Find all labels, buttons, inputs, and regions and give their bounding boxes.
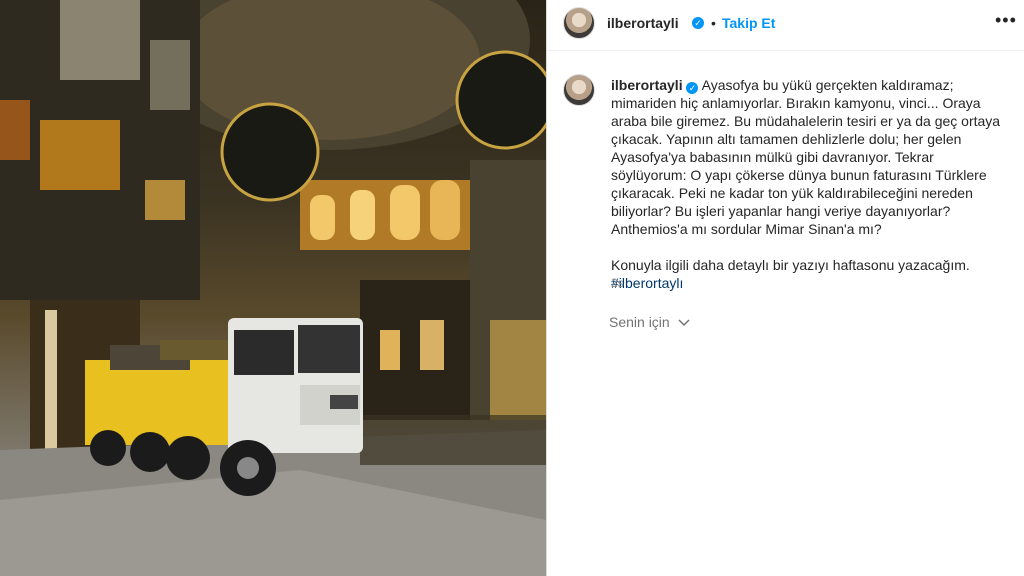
hagia-sophia-photo <box>0 0 546 576</box>
post-time: 2s <box>611 276 624 290</box>
follow-button[interactable]: Takip Et <box>722 15 775 31</box>
caption-username[interactable]: ilberortayli <box>611 77 683 93</box>
author-username[interactable]: ilberortayli <box>607 15 679 31</box>
chevron-down-icon <box>678 319 690 327</box>
caption-text: Ayasofya bu yükü gerçekten kaldıramaz; m… <box>611 77 1001 237</box>
post-image[interactable] <box>0 0 546 576</box>
post-header: ilberortayli ✓ • Takip Et ••• <box>547 0 1024 51</box>
caption-text-2: Konuyla ilgili daha detaylı bir yazıyı h… <box>611 257 970 273</box>
caption-avatar[interactable] <box>563 74 595 106</box>
post-panel: ilberortayli ✓ • Takip Et ••• ilberortay… <box>546 0 1024 576</box>
author-avatar[interactable] <box>563 7 595 39</box>
post-caption: ilberortayli ✓ Ayasofya bu yükü gerçekte… <box>611 76 1011 292</box>
for-you-label: Senin için <box>609 314 670 330</box>
more-options-icon[interactable]: ••• <box>995 10 1017 31</box>
caption-verified-badge-icon: ✓ <box>686 82 699 94</box>
separator-dot: • <box>711 15 716 31</box>
verified-badge-icon: ✓ <box>692 17 704 29</box>
for-you-dropdown[interactable]: Senin için <box>609 314 690 330</box>
